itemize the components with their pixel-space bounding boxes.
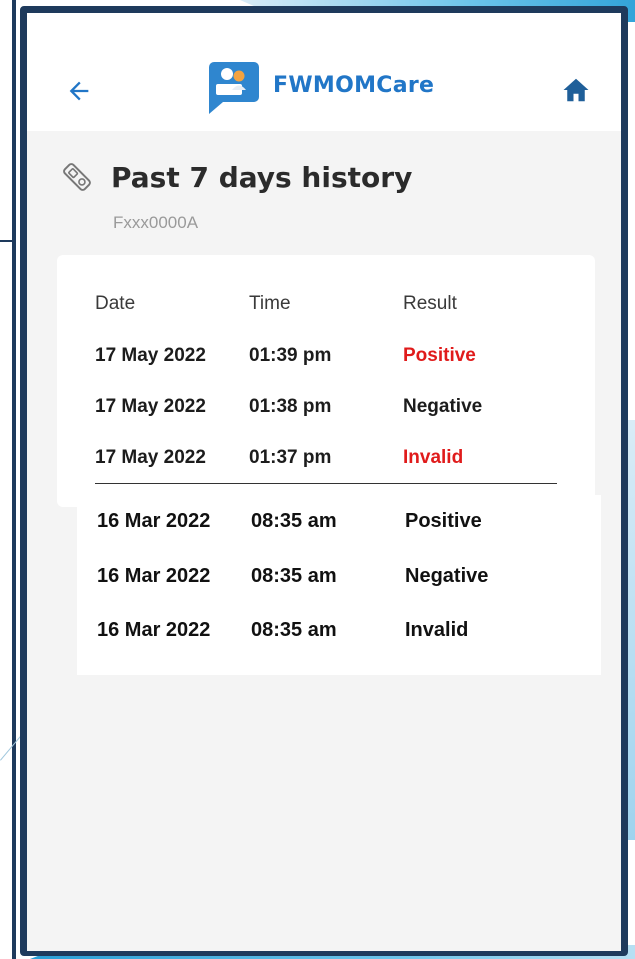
row-result: Invalid: [405, 619, 469, 641]
row-date: 16 Mar 2022: [97, 565, 211, 587]
row-time: 01:37 pm: [249, 447, 332, 468]
row-date: 17 May 2022: [95, 345, 206, 366]
row-date: 16 Mar 2022: [97, 510, 211, 532]
page-title: Past 7 days history: [111, 160, 413, 194]
phone-screen: FWMOMCare Past 7 days history Fxxx0000A …: [20, 6, 628, 956]
row-time: 08:35 am: [251, 510, 337, 532]
patient-id: Fxxx0000A: [113, 213, 199, 232]
recent-history-card: Date Time Result 17 May 2022 01:39 pm Po…: [57, 255, 595, 507]
row-time: 01:38 pm: [249, 396, 332, 417]
row-date: 17 May 2022: [95, 447, 206, 468]
older-history-card: 16 Mar 2022 08:35 am Positive 16 Mar 202…: [77, 495, 601, 675]
column-header-time: Time: [249, 293, 291, 314]
row-result: Invalid: [403, 447, 464, 468]
column-header-result: Result: [403, 293, 457, 314]
back-button[interactable]: [61, 73, 97, 109]
table-divider: [95, 483, 557, 484]
row-result: Positive: [405, 510, 482, 532]
brand: FWMOMCare: [207, 60, 434, 116]
row-result: Positive: [403, 345, 476, 366]
brand-name: FWMOMCare: [273, 72, 435, 98]
test-kit-icon: [63, 163, 91, 191]
column-header-date: Date: [95, 293, 136, 314]
app-header: FWMOMCare: [27, 13, 621, 131]
row-date: 16 Mar 2022: [97, 619, 211, 641]
left-border-decoration: [0, 0, 16, 959]
heading-row: Past 7 days history: [57, 157, 412, 197]
row-date: 17 May 2022: [95, 396, 206, 417]
row-time: 08:35 am: [251, 565, 337, 587]
home-button[interactable]: [557, 71, 595, 109]
row-result: Negative: [405, 565, 489, 587]
row-result: Negative: [403, 396, 483, 417]
row-time: 08:35 am: [251, 619, 337, 641]
row-time: 01:39 pm: [249, 345, 332, 366]
history-content: Past 7 days history Fxxx0000A Date Time …: [27, 131, 621, 951]
left-tick-decoration: [0, 240, 12, 242]
fwmomcare-logo: [209, 62, 259, 114]
arrow-left-icon: [69, 81, 89, 101]
home-icon: [563, 78, 589, 102]
